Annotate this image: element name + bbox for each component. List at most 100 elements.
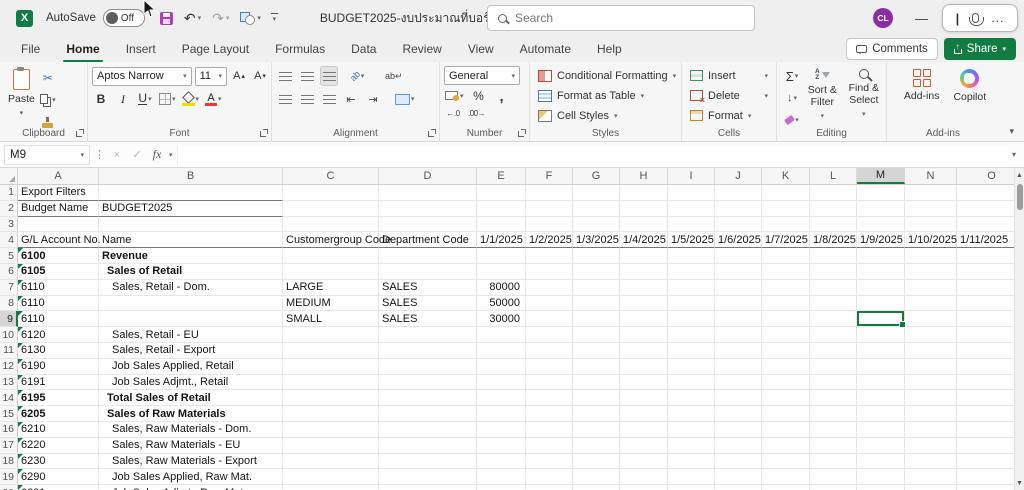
- cell-H7[interactable]: [620, 279, 668, 296]
- cell-O2[interactable]: [957, 201, 1014, 217]
- number-dialog-launcher[interactable]: [517, 129, 526, 138]
- cell-H9[interactable]: [620, 311, 668, 328]
- cell-F4[interactable]: 1/2/2025: [526, 232, 573, 249]
- cell-F1[interactable]: [526, 185, 573, 201]
- cell-B14[interactable]: Total Sales of Retail: [99, 390, 283, 407]
- cell-J16[interactable]: [715, 421, 762, 438]
- cell-L12[interactable]: [810, 358, 857, 375]
- cell-D3[interactable]: [379, 216, 477, 233]
- tab-help[interactable]: Help: [584, 36, 635, 62]
- cell-D7[interactable]: SALES: [379, 279, 477, 296]
- cell-H6[interactable]: [620, 263, 668, 280]
- tab-view[interactable]: View: [455, 36, 507, 62]
- col-header-L[interactable]: L: [810, 168, 857, 184]
- cell-N20[interactable]: [905, 485, 957, 490]
- sort-filter-button[interactable]: AZ Sort & Filter ▾: [803, 66, 842, 126]
- cell-G2[interactable]: [573, 200, 620, 217]
- cell-E11[interactable]: [477, 342, 526, 359]
- enter-entry-button[interactable]: ✓: [129, 148, 145, 161]
- scroll-up-arrow[interactable]: ▲: [1016, 168, 1023, 182]
- cell-I16[interactable]: [668, 421, 715, 438]
- cell-I1[interactable]: [668, 185, 715, 201]
- cell-F3[interactable]: [526, 216, 573, 233]
- top-align-button[interactable]: [276, 66, 294, 86]
- number-format-select[interactable]: General ▾: [444, 66, 520, 85]
- cell-K20[interactable]: [762, 485, 810, 490]
- cell-F5[interactable]: [526, 248, 573, 264]
- cell-A14[interactable]: 6195: [18, 390, 99, 407]
- cell-B4[interactable]: Name: [99, 232, 283, 249]
- cell-G9[interactable]: [573, 311, 620, 328]
- cell-J4[interactable]: 1/6/2025: [715, 232, 762, 249]
- cell-K2[interactable]: [762, 200, 810, 217]
- tab-review[interactable]: Review: [389, 36, 454, 62]
- cell-J7[interactable]: [715, 279, 762, 296]
- col-header-D[interactable]: D: [379, 168, 477, 184]
- cell-H19[interactable]: [620, 469, 668, 486]
- cell-B7[interactable]: Sales, Retail - Dom.: [99, 279, 283, 296]
- tab-page-layout[interactable]: Page Layout: [169, 36, 262, 62]
- cell-I6[interactable]: [668, 263, 715, 280]
- cell-D1[interactable]: [379, 185, 477, 201]
- cell-M16[interactable]: [857, 421, 905, 438]
- cell-E12[interactable]: [477, 358, 526, 375]
- cell-C10[interactable]: [283, 327, 379, 343]
- cell-B5[interactable]: Revenue: [99, 248, 283, 264]
- col-header-M[interactable]: M: [857, 168, 905, 184]
- cell-E19[interactable]: [477, 469, 526, 486]
- cell-A2[interactable]: Budget Name: [18, 200, 99, 217]
- cell-A9[interactable]: 6110: [18, 311, 99, 328]
- cell-L10[interactable]: [810, 327, 857, 343]
- cell-C16[interactable]: [283, 421, 379, 438]
- font-size-select[interactable]: 11 ▾: [194, 66, 227, 86]
- cell-E2[interactable]: [477, 200, 526, 217]
- cell-B11[interactable]: Sales, Retail - Export: [99, 342, 283, 359]
- row-header-9[interactable]: 9: [0, 311, 18, 328]
- cell-K11[interactable]: [762, 342, 810, 359]
- autosave-toggle[interactable]: Off: [102, 9, 145, 27]
- name-box[interactable]: M9 ▾: [4, 144, 90, 165]
- cell-H5[interactable]: [620, 248, 668, 264]
- cell-M4[interactable]: 1/9/2025: [857, 232, 905, 249]
- cell-D10[interactable]: [379, 327, 477, 343]
- cell-M6[interactable]: [857, 263, 905, 280]
- cell-C18[interactable]: [283, 453, 379, 470]
- format-as-table-button[interactable]: Format as Table ▾: [538, 86, 679, 105]
- cell-K19[interactable]: [762, 469, 810, 486]
- cell-K16[interactable]: [762, 421, 810, 438]
- cell-B16[interactable]: Sales, Raw Materials - Dom.: [99, 421, 283, 438]
- col-header-H[interactable]: H: [620, 168, 668, 184]
- cell-F9[interactable]: [526, 311, 573, 328]
- cell-K7[interactable]: [762, 279, 810, 296]
- microphone-icon[interactable]: [968, 13, 984, 26]
- row-header-2[interactable]: 2: [0, 200, 18, 217]
- cell-N8[interactable]: [905, 295, 957, 312]
- cell-G17[interactable]: [573, 437, 620, 454]
- cell-J2[interactable]: [715, 200, 762, 217]
- merge-center-button[interactable]: ▾: [394, 89, 416, 109]
- cell-L2[interactable]: [810, 200, 857, 217]
- comma-style-button[interactable]: ,: [493, 86, 511, 106]
- widget-more-button[interactable]: ...: [991, 11, 1004, 25]
- cell-F7[interactable]: [526, 279, 573, 296]
- cell-O20[interactable]: [957, 485, 1014, 490]
- cell-O4[interactable]: 1/11/2025: [957, 232, 1014, 249]
- cell-M8[interactable]: [857, 295, 905, 312]
- cell-N15[interactable]: [905, 406, 957, 422]
- cell-I3[interactable]: [668, 216, 715, 233]
- autosum-button[interactable]: Σ ▾: [783, 66, 801, 86]
- cell-G14[interactable]: [573, 390, 620, 407]
- cell-G7[interactable]: [573, 279, 620, 296]
- cell-F16[interactable]: [526, 421, 573, 438]
- cell-O6[interactable]: [957, 264, 1014, 280]
- col-header-O[interactable]: O: [957, 168, 1014, 184]
- cell-J8[interactable]: [715, 295, 762, 312]
- vertical-scrollbar[interactable]: ▲ ▼: [1014, 168, 1024, 490]
- cell-J13[interactable]: [715, 374, 762, 391]
- cell-I17[interactable]: [668, 437, 715, 454]
- row-header-14[interactable]: 14: [0, 390, 18, 407]
- font-dialog-launcher[interactable]: [259, 129, 268, 138]
- cell-L16[interactable]: [810, 421, 857, 438]
- cell-F19[interactable]: [526, 469, 573, 486]
- orientation-button[interactable]: ab ▾: [348, 66, 366, 86]
